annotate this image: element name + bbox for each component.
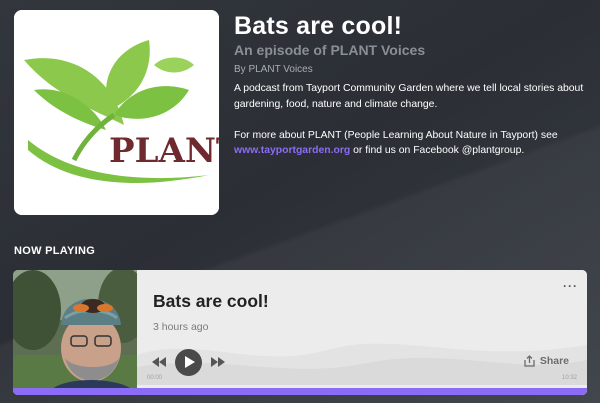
rewind-icon: [152, 357, 166, 367]
rewind-button[interactable]: [151, 356, 167, 368]
posted-time: 3 hours ago: [153, 321, 209, 333]
play-icon: [184, 356, 195, 368]
fast-forward-button[interactable]: [210, 356, 226, 368]
episode-thumbnail: [13, 270, 137, 395]
episode-description: A podcast from Tayport Community Garden …: [234, 81, 590, 174]
player-body: Bats are cool! 3 hours ago ··· Share 00:…: [137, 270, 587, 395]
description-text: For more about PLANT (People Learning Ab…: [234, 129, 558, 141]
play-button[interactable]: [175, 348, 202, 376]
description-text-suffix: or find us on Facebook @plantgroup.: [350, 145, 525, 156]
share-label: Share: [539, 355, 569, 367]
podcast-cover: PLANT: [14, 10, 219, 215]
now-playing-heading: NOW PLAYING: [14, 245, 96, 257]
total-duration: 10:32: [561, 375, 577, 381]
audio-player: Bats are cool! 3 hours ago ··· Share 00:…: [13, 270, 587, 395]
player-episode-title[interactable]: Bats are cool!: [153, 291, 269, 312]
progress-bar-fill: [13, 388, 587, 395]
playback-controls: [151, 348, 226, 376]
fast-forward-icon: [211, 357, 225, 367]
episode-subtitle[interactable]: An episode of PLANT Voices: [234, 42, 425, 58]
website-link[interactable]: www.tayportgarden.org: [234, 145, 350, 156]
elapsed-time: 00:00: [147, 375, 163, 381]
description-paragraph-1: A podcast from Tayport Community Garden …: [234, 83, 584, 110]
share-icon: [524, 355, 535, 367]
episode-title: Bats are cool!: [234, 12, 403, 40]
description-paragraph-2: For more about PLANT (People Learning Ab…: [234, 128, 590, 159]
logo-wordmark: PLANT: [109, 131, 219, 171]
progress-bar[interactable]: [13, 388, 587, 395]
plant-logo-image: PLANT: [14, 10, 219, 215]
episode-byline: By PLANT Voices: [234, 64, 313, 75]
share-button[interactable]: Share: [524, 355, 569, 367]
more-icon[interactable]: ···: [563, 279, 578, 293]
